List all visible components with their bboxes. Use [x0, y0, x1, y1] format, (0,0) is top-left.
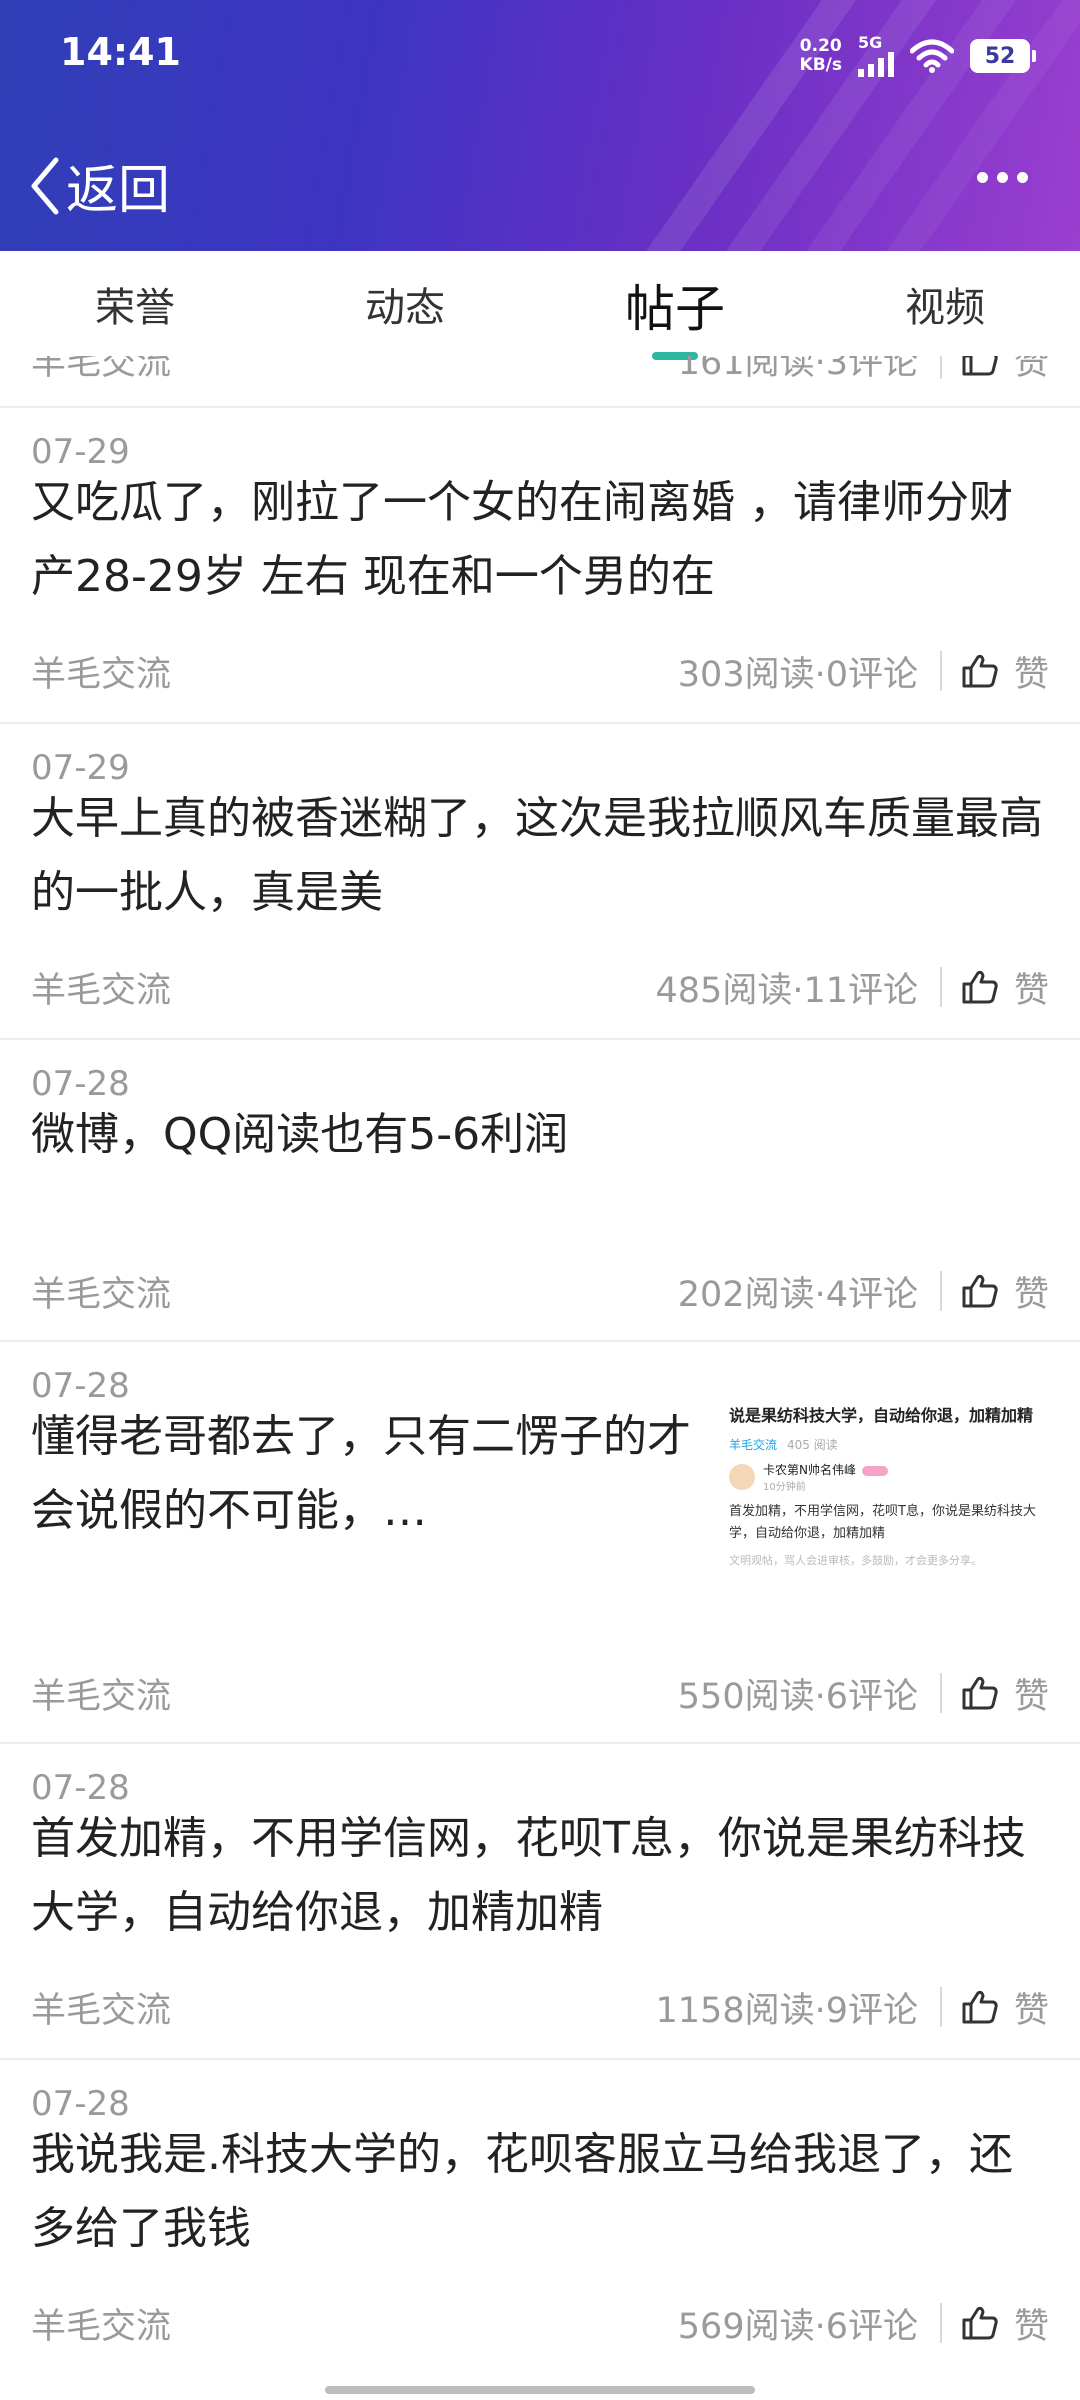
meta-divider [939, 1987, 942, 2027]
tab-activity[interactable]: 动态 [365, 275, 445, 333]
post-stats: 1158阅读·9评论 [655, 1990, 918, 2031]
post-meta: 羊毛交流 569阅读·6评论 赞 [31, 2298, 1049, 2348]
post-item[interactable]: 07-29 大早上真的被香迷糊了，这次是我拉顺风车质量最高的一批人，真是美 羊毛交流… [0, 722, 1080, 1040]
signal-label: 5G [858, 33, 883, 52]
like-button[interactable]: 赞 [962, 962, 1049, 1013]
like-button[interactable]: 赞 [962, 1266, 1049, 1317]
thumbnail-footer: 文明观帖，骂人会进审核，多鼓励，才会更多分享。 [729, 1554, 982, 1567]
post-source[interactable]: 羊毛交流 [31, 1982, 171, 2033]
post-title[interactable]: 我说我是.科技大学的，花呗客服立马给我退了，还多给了我钱 [31, 2118, 1049, 2266]
net-speed-unit: KB/s [799, 55, 842, 75]
tab-posts[interactable]: 帖子 [625, 269, 725, 341]
post-source[interactable]: 羊毛交流 [31, 962, 171, 1013]
partial-post-row[interactable]: 羊毛交流 161阅读·3评论 赞 [0, 356, 1080, 406]
back-label: 返回 [66, 161, 171, 221]
meta-divider [939, 967, 942, 1007]
post-title[interactable]: 微博，QQ阅读也有5-6利润 [31, 1098, 1049, 1172]
post-item[interactable]: 07-28 首发加精，不用学信网，花呗T息，你说是果纺科技大学，自动给你退，加精加… [0, 1742, 1080, 2060]
like-label: 赞 [1013, 356, 1049, 383]
post-source: 羊毛交流 [31, 356, 172, 383]
post-stats: 550阅读·6评论 [677, 1676, 918, 1717]
post-item[interactable]: 07-28 我说我是.科技大学的，花呗客服立马给我退了，还多给了我钱 羊毛交流 569… [0, 2058, 1080, 2376]
tab-bar: 荣誉 动态 帖子 视频 [0, 251, 1080, 356]
net-speed-value: 0.20 [799, 36, 842, 56]
post-title[interactable]: 懂得老哥都去了，只有二愣子的才会说假的不可能，… [31, 1400, 720, 1548]
post-stats: 303阅读·0评论 [677, 654, 918, 695]
thumbnail-body: 首发加精，不用学信网，花呗T息，你说是果纺科技大学，自动给你退，加精加精 [729, 1504, 1036, 1541]
post-source[interactable]: 羊毛交流 [31, 1266, 171, 1317]
post-source[interactable]: 羊毛交流 [31, 646, 171, 697]
post-stats: 202阅读·4评论 [677, 1274, 918, 1315]
post-source[interactable]: 羊毛交流 [31, 1668, 171, 1719]
post-stats: 569阅读·6评论 [677, 2306, 918, 2347]
post-thumbnail[interactable]: 说是果纺科技大学，自动给你退，加精加精羊毛交流 405 阅读卡农第N帅名伟峰 10分… [729, 1404, 1049, 1644]
network-speed: 0.20 KB/s [800, 37, 842, 75]
meta-divider [939, 2303, 942, 2343]
post-meta: 羊毛交流 202阅读·4评论 赞 [31, 1266, 1049, 1316]
post-meta: 羊毛交流 1158阅读·9评论 赞 [31, 1982, 1049, 2032]
chevron-left-icon [31, 157, 59, 214]
like-label: 赞 [1013, 654, 1049, 695]
thumbs-up-icon [962, 2306, 998, 2340]
post-title[interactable]: 又吃瓜了，刚拉了一个女的在闹离婚 ，请律师分财产28-29岁 左右 现在和一个男… [31, 466, 1049, 614]
meta-divider [939, 1673, 942, 1713]
thumbs-up-icon [962, 1274, 998, 1308]
like-label: 赞 [1013, 1676, 1049, 1717]
meta-divider [939, 1271, 942, 1311]
post-title[interactable]: 大早上真的被香迷糊了，这次是我拉顺风车质量最高的一批人，真是美 [31, 782, 1049, 930]
post-stats: 161阅读·3评论 [677, 356, 918, 383]
like-button[interactable]: 赞 [962, 1668, 1049, 1719]
like-button[interactable]: 赞 [962, 2298, 1049, 2349]
thumbnail-source: 羊毛交流 [729, 1438, 778, 1452]
home-indicator[interactable] [325, 2386, 755, 2394]
tab-honor[interactable]: 荣誉 [95, 275, 175, 333]
thumbs-up-icon [962, 1990, 998, 2024]
tab-videos[interactable]: 视频 [905, 275, 985, 333]
thumbs-up-icon [962, 654, 998, 688]
post-meta: 羊毛交流 550阅读·6评论 赞 [31, 1668, 1049, 1718]
post-stats: 485阅读·11评论 [655, 970, 918, 1011]
post-item[interactable]: 07-28 微博，QQ阅读也有5-6利润 羊毛交流 202阅读·4评论赞 [0, 1038, 1080, 1342]
like-button[interactable]: 赞 [962, 1982, 1049, 2033]
post-meta: 羊毛交流 303阅读·0评论 赞 [31, 646, 1049, 696]
like-label: 赞 [1013, 1990, 1049, 2031]
battery-level: 52 [984, 43, 1016, 69]
like-button[interactable]: 赞 [962, 646, 1049, 697]
meta-divider [939, 651, 942, 691]
thumbnail-time: 10分钟前 [763, 1482, 806, 1493]
back-button[interactable]: 返回 [28, 148, 170, 223]
thumbs-up-icon [962, 356, 998, 376]
like-button[interactable]: 赞 [962, 356, 1049, 385]
more-dots-icon [977, 172, 988, 183]
status-time: 14:41 [60, 30, 181, 74]
avatar [729, 1464, 755, 1490]
app-header: 14:41 0.20 KB/s 5G 52 返回 [0, 0, 1080, 251]
thumbs-up-icon [962, 1676, 998, 1710]
more-button[interactable] [977, 172, 1028, 183]
signal-icon: 5G [858, 35, 894, 77]
post-item[interactable]: 07-28 懂得老哥都去了，只有二愣子的才会说假的不可能，… 说是果纺科技大学，自动… [0, 1340, 1080, 1744]
like-label: 赞 [1013, 2306, 1049, 2347]
thumbnail-title: 说是果纺科技大学，自动给你退，加精加精 [729, 1406, 1034, 1425]
post-meta: 羊毛交流 485阅读·11评论 赞 [31, 962, 1049, 1012]
battery-icon: 52 [970, 39, 1036, 73]
post-title[interactable]: 首发加精，不用学信网，花呗T息，你说是果纺科技大学，自动给你退，加精加精 [31, 1802, 1049, 1950]
wifi-icon [910, 39, 954, 73]
thumbs-up-icon [962, 970, 998, 1004]
thumbnail-reads: 405 阅读 [787, 1438, 838, 1452]
badge-icon [861, 1465, 888, 1476]
like-label: 赞 [1013, 1274, 1049, 1315]
post-source[interactable]: 羊毛交流 [31, 2298, 171, 2349]
like-label: 赞 [1013, 970, 1049, 1011]
thumbnail-user: 卡农第N帅名伟峰 [763, 1463, 856, 1477]
post-item[interactable]: 07-29 又吃瓜了，刚拉了一个女的在闹离婚 ，请律师分财产28-29岁 左右 现… [0, 406, 1080, 724]
status-icons: 0.20 KB/s 5G 52 [800, 30, 1036, 82]
